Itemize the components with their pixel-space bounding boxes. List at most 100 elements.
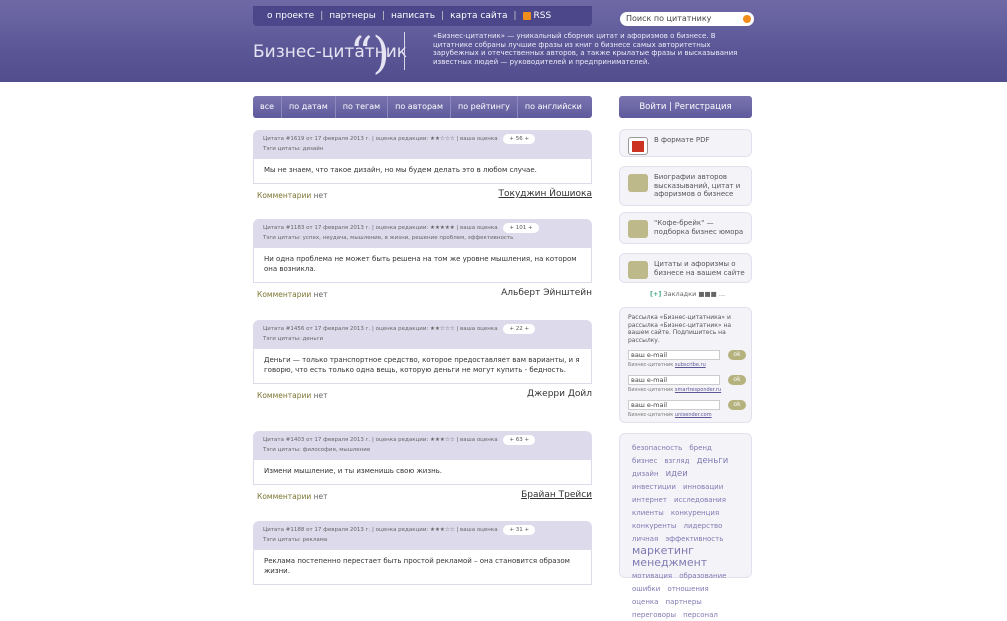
tag-link[interactable]: эффективность [665, 535, 723, 543]
tag-link[interactable]: клиенты [632, 509, 664, 517]
bookmarks-bar[interactable]: [+] Закладки ■■■ ... [650, 290, 725, 298]
tab-by-rating[interactable]: по рейтингу [451, 96, 518, 118]
subscription-text: Рассылка «Бизнес-цитатника» и рассылка «… [628, 314, 732, 344]
rating-widget[interactable]: + 63 + [503, 435, 536, 445]
nav-write-link[interactable]: написать [391, 11, 435, 21]
quote-author[interactable]: Альберт Эйнштейн [501, 288, 592, 298]
subscribe-row: ваш e-mail ok Бизнес-цитатник subscribe.… [628, 350, 746, 372]
quote-card: Цитата #1619 от 17 февраля 2013 г. | оце… [253, 130, 592, 206]
quote-filter-tabs: все по датам по тегам по авторам по рейт… [253, 96, 592, 118]
tag-link[interactable]: мотивация [632, 572, 672, 580]
coffee-break-card[interactable]: "Кофе-брейк" — подборка бизнес юмора [619, 212, 752, 244]
quote-author[interactable]: Токуджин Йошиока [499, 189, 592, 199]
rating-widget[interactable]: + 56 + [503, 134, 536, 144]
tab-by-date[interactable]: по датам [282, 96, 336, 118]
email-field[interactable]: ваш e-mail [628, 350, 720, 360]
quote-meta: Цитата #1456 от 17 февраля 2013 г. | оце… [253, 320, 592, 349]
tab-by-authors[interactable]: по авторам [388, 96, 451, 118]
quote-tags[interactable]: Тэги цитаты: реклама [263, 537, 327, 543]
quote-meta: Цитата #1403 от 17 февраля 2013 г. | оце… [253, 431, 592, 460]
subscribe-row: ваш e-mail ok Бизнес-цитатник smartrespo… [628, 375, 746, 397]
search-icon[interactable] [743, 15, 751, 23]
quote-tags[interactable]: Тэги цитаты: деньги [263, 336, 323, 342]
nav-about-link[interactable]: о проекте [267, 11, 314, 21]
tab-english[interactable]: по английски [518, 96, 589, 118]
tag-link[interactable]: личная [632, 535, 658, 543]
tag-link[interactable]: инновации [683, 483, 723, 491]
rss-icon[interactable] [522, 12, 531, 20]
coffee-cup-icon [628, 220, 648, 238]
rating-widget[interactable]: + 101 + [503, 223, 539, 233]
search-input[interactable]: Поиск по цитатнику [620, 12, 754, 26]
widget-card[interactable]: Цитаты и афоризмы о бизнесе на вашем сай… [619, 253, 752, 283]
tag-link[interactable]: ошибки [632, 585, 660, 593]
header-divider [404, 32, 405, 70]
subscribe-button[interactable]: ok [728, 400, 746, 410]
quote-tags[interactable]: Тэги цитаты: успех, неудача, мышление, в… [263, 235, 513, 241]
tag-link[interactable]: безопасность [632, 444, 682, 452]
comments-link[interactable]: Комментарии нет [257, 290, 328, 299]
tag-link[interactable]: оценка [632, 598, 658, 606]
tag-link[interactable]: отношения [667, 585, 708, 593]
subscribe-row: ваш e-mail ok Бизнес-цитатник unisender.… [628, 400, 746, 422]
quote-card: Цитата #1403 от 17 февраля 2013 г. | оце… [253, 431, 592, 507]
top-nav: о проекте | партнеры | написать | карта … [253, 6, 592, 26]
tag-link[interactable]: бизнес [632, 457, 657, 465]
tab-all[interactable]: все [253, 96, 283, 118]
quote-text: Деньги — только транспортное средство, к… [253, 349, 592, 384]
nav-partners-link[interactable]: партнеры [329, 11, 376, 21]
quote-card: Цитата #1183 от 17 февраля 2013 г. | оце… [253, 219, 592, 305]
site-tagline: «Бизнес-цитатник» — уникальный сборник ц… [433, 32, 738, 66]
quote-meta: Цитата #1619 от 17 февраля 2013 г. | оце… [253, 130, 592, 159]
tag-link[interactable]: взгляд [664, 457, 689, 465]
tag-link[interactable]: интернет [632, 496, 667, 504]
quote-author[interactable]: Джерри Дойл [527, 389, 592, 399]
email-field[interactable]: ваш e-mail [628, 375, 720, 385]
rating-widget[interactable]: + 22 + [503, 324, 536, 334]
bookmark-plus-icon: [+] [650, 290, 662, 298]
subscribe-button[interactable]: ok [728, 375, 746, 385]
tag-link[interactable]: менеджмент [632, 556, 707, 569]
email-field[interactable]: ваш e-mail [628, 400, 720, 410]
quote-card: Цитата #1188 от 17 февраля 2013 г. | оце… [253, 521, 592, 585]
quote-text: Ни одна проблема не может быть решена на… [253, 248, 592, 283]
quote-meta: Цитата #1183 от 17 февраля 2013 г. | оце… [253, 219, 592, 248]
tag-link[interactable]: инвестиции [632, 483, 676, 491]
comments-link[interactable]: Комментарии нет [257, 191, 328, 200]
people-icon [628, 174, 648, 192]
rating-widget[interactable]: + 31 + [503, 525, 536, 535]
search-placeholder: Поиск по цитатнику [626, 14, 712, 23]
nav-sitemap-link[interactable]: карта сайта [450, 11, 507, 21]
login-register-button[interactable]: Войти | Регистрация [619, 96, 752, 118]
subscribe-button[interactable]: ok [728, 350, 746, 360]
tag-link[interactable]: бренд [689, 444, 711, 452]
pdf-link-card[interactable]: В формате PDF [619, 129, 752, 157]
share-arrows-icon [628, 261, 648, 279]
tag-link[interactable]: переговоры [632, 611, 676, 619]
rss-link[interactable]: RSS [534, 11, 552, 21]
quote-author[interactable]: Брайан Трейси [521, 490, 592, 500]
tag-link[interactable]: идеи [666, 469, 688, 479]
tag-link[interactable]: конкуренция [671, 509, 719, 517]
tag-link[interactable]: деньги [697, 456, 729, 466]
tag-cloud: безопасность бренд бизнес взгляд деньги … [619, 433, 752, 619]
tag-link[interactable]: лидерство [683, 522, 722, 530]
comments-link[interactable]: Комментарии нет [257, 391, 328, 400]
tag-link[interactable]: конкуренты [632, 522, 676, 530]
tag-link[interactable]: дизайн [632, 470, 659, 478]
biographies-card[interactable]: Биографии авторов высказываний, цитат и … [619, 166, 752, 206]
tag-link[interactable]: образование [679, 572, 726, 580]
quote-tags[interactable]: Тэги цитаты: философия, мышление [263, 447, 370, 453]
tag-link[interactable]: персонал [683, 611, 718, 619]
tag-link[interactable]: исследования [674, 496, 726, 504]
site-header: о проекте | партнеры | написать | карта … [0, 0, 1007, 82]
quote-text: Мы не знаем, что такое дизайн, но мы буд… [253, 159, 592, 184]
tab-by-tags[interactable]: по тегам [336, 96, 389, 118]
quote-meta: Цитата #1188 от 17 февраля 2013 г. | оце… [253, 521, 592, 550]
tag-link[interactable]: партнеры [666, 598, 702, 606]
quote-tags[interactable]: Тэги цитаты: дизайн [263, 146, 323, 152]
quote-card: Цитата #1456 от 17 февраля 2013 г. | оце… [253, 320, 592, 406]
pdf-icon [628, 137, 648, 155]
quote-logo-icon: “) [350, 28, 390, 79]
comments-link[interactable]: Комментарии нет [257, 492, 328, 501]
